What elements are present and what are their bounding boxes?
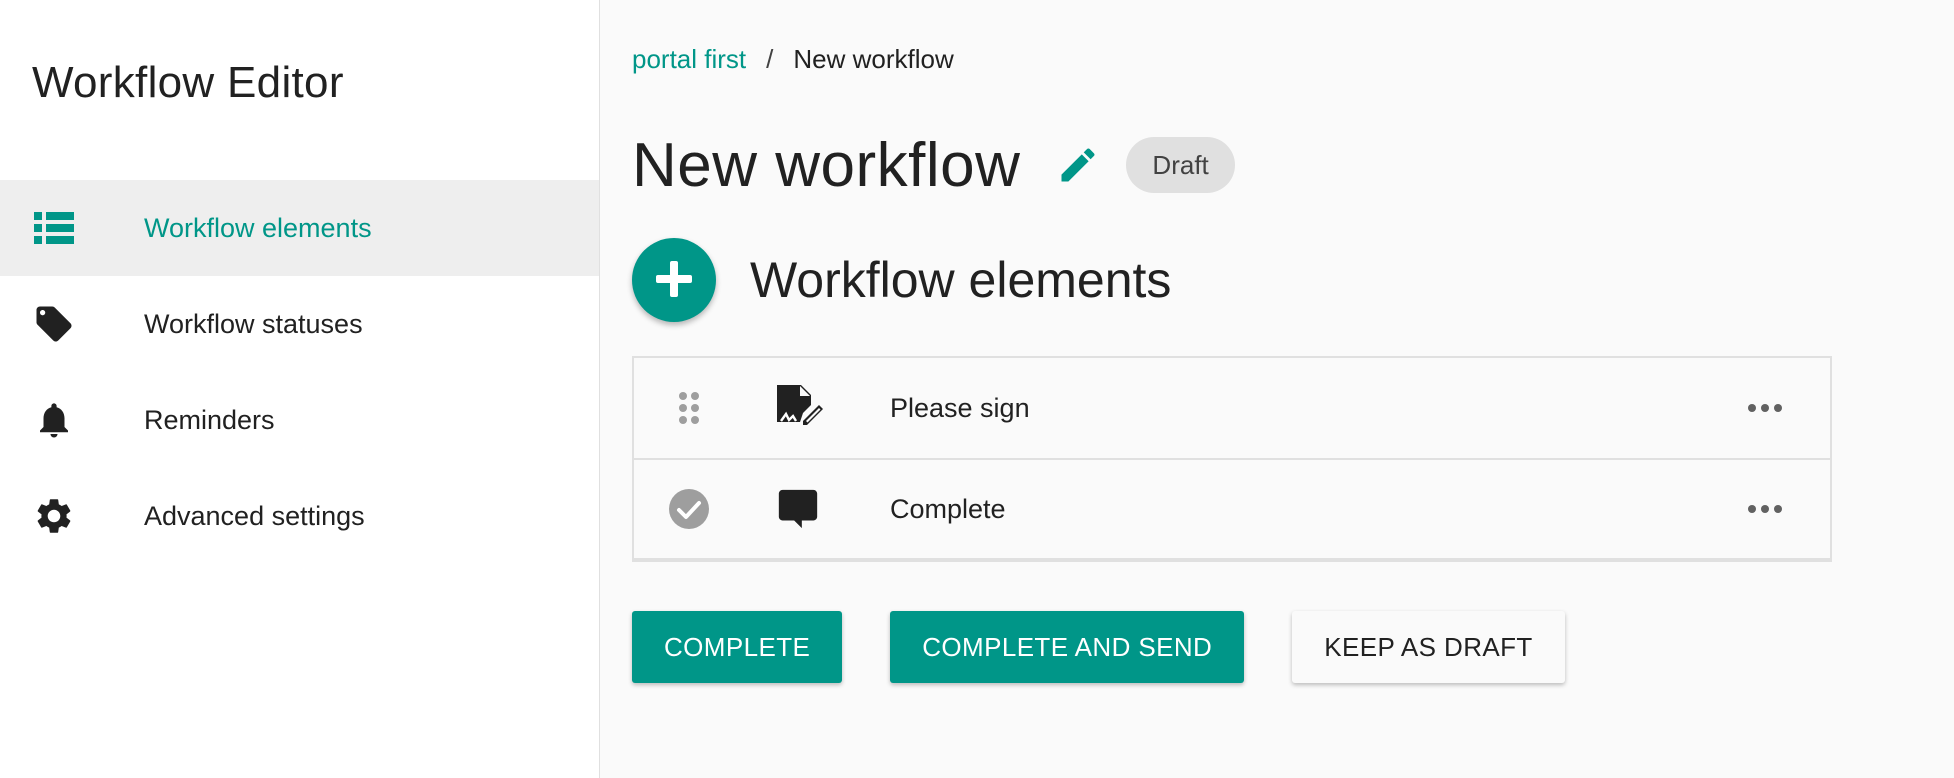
main-content: portal first / New workflow New workflow… (632, 0, 1954, 778)
breadcrumb: portal first / New workflow (632, 44, 954, 75)
page-title: New workflow (632, 130, 1021, 200)
sidebar-item-workflow-elements[interactable]: Workflow elements (0, 180, 599, 276)
element-label: Please sign (890, 392, 1030, 423)
pencil-icon[interactable] (1056, 142, 1102, 188)
list-item[interactable]: Please sign (634, 358, 1830, 458)
more-horizontal-icon[interactable] (1742, 393, 1788, 423)
sidebar: Workflow Editor Workflow elements Workfl… (0, 0, 600, 778)
title-row: New workflow Draft (632, 122, 1235, 208)
section-header: Workflow elements (632, 238, 1171, 322)
breadcrumb-parent-link[interactable]: portal first (632, 44, 746, 75)
comment-icon (772, 483, 824, 535)
bell-icon (32, 398, 76, 442)
action-bar: COMPLETE COMPLETE AND SEND KEEP AS DRAFT (632, 611, 1565, 683)
sidebar-item-label: Advanced settings (144, 500, 365, 531)
sidebar-nav: Workflow elements Workflow statuses Remi… (0, 180, 599, 564)
sidebar-item-advanced-settings[interactable]: Advanced settings (0, 468, 599, 564)
drag-handle-icon[interactable] (668, 387, 710, 429)
add-element-button[interactable] (632, 238, 716, 322)
plus-icon (654, 259, 694, 302)
keep-as-draft-button[interactable]: KEEP AS DRAFT (1292, 611, 1565, 683)
tag-icon (32, 302, 76, 346)
breadcrumb-separator: / (766, 44, 774, 74)
sidebar-item-label: Workflow statuses (144, 308, 363, 339)
complete-and-send-button[interactable]: COMPLETE AND SEND (890, 611, 1245, 683)
complete-button[interactable]: COMPLETE (632, 611, 843, 683)
workflow-elements-list: Please sign Complete (632, 356, 1832, 562)
element-label: Complete (890, 493, 1006, 524)
gear-icon (32, 494, 76, 538)
breadcrumb-current: New workflow (793, 44, 954, 74)
sidebar-item-label: Reminders (144, 404, 275, 435)
sidebar-item-workflow-statuses[interactable]: Workflow statuses (0, 276, 599, 372)
signature-document-icon (772, 382, 824, 434)
app-title: Workflow Editor (32, 58, 344, 107)
list-icon (32, 206, 76, 250)
more-horizontal-icon[interactable] (1742, 494, 1788, 524)
status-badge: Draft (1126, 137, 1235, 193)
list-item[interactable]: Complete (634, 458, 1830, 558)
sidebar-item-reminders[interactable]: Reminders (0, 372, 599, 468)
sidebar-item-label: Workflow elements (144, 212, 372, 243)
check-circle-icon (668, 488, 710, 530)
section-title: Workflow elements (750, 252, 1172, 308)
